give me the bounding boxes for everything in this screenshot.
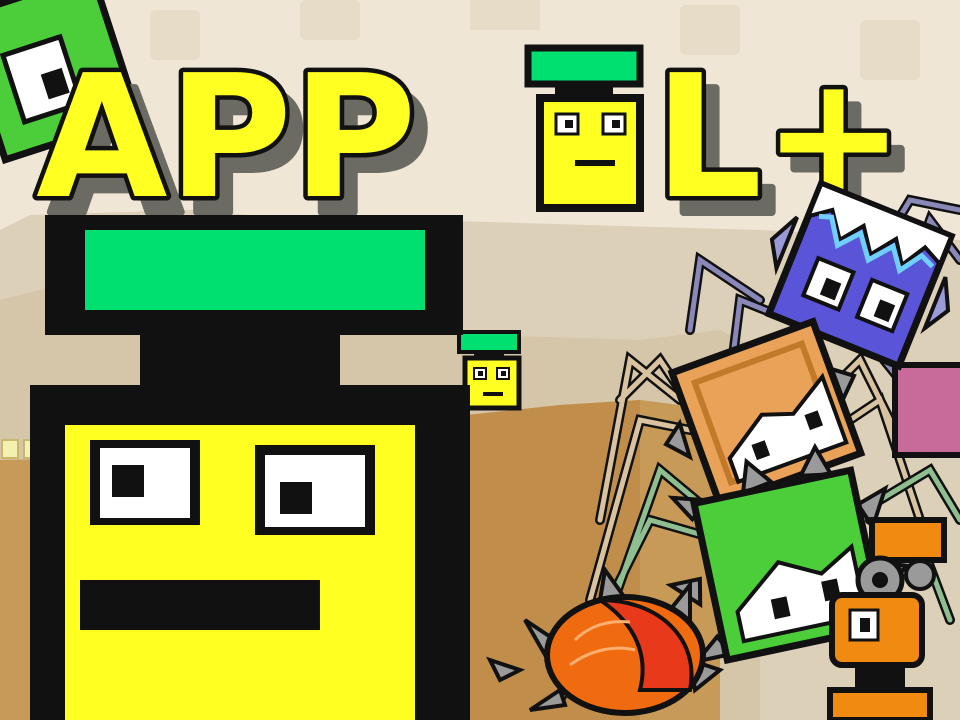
- appel-big: [30, 215, 470, 720]
- appel-big-hat: [85, 230, 425, 310]
- pink-block: [892, 362, 960, 458]
- scene-canvas: APP APP L+ L+: [0, 0, 960, 720]
- game-title-screen: APP APP L+ L+: [0, 0, 960, 720]
- appel-title-letter: [524, 44, 644, 212]
- title-text-before: APP: [36, 39, 417, 237]
